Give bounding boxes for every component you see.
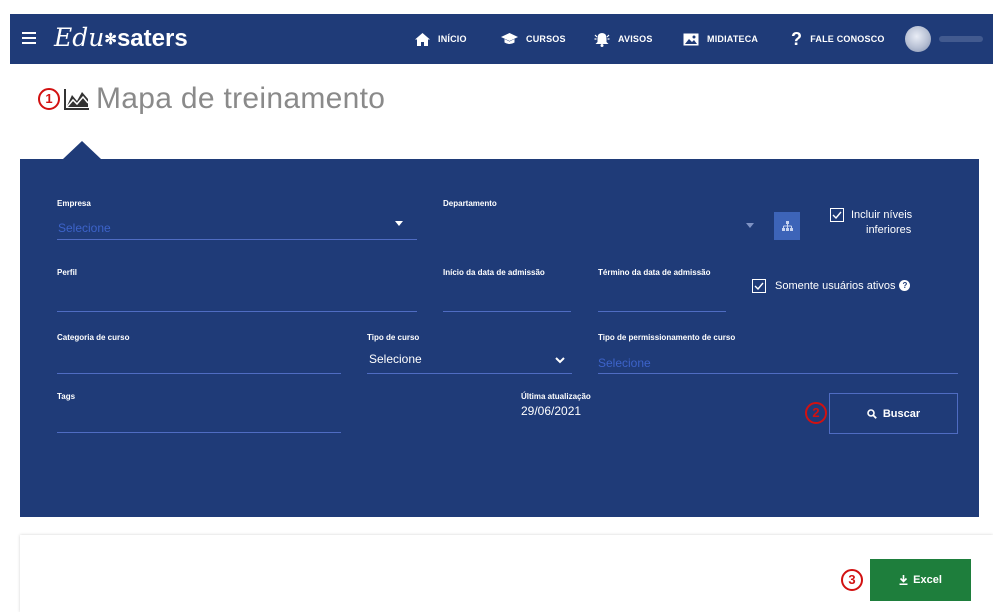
user-menu[interactable] (905, 26, 993, 52)
termino-admissao-label: Término da data de admissão (598, 268, 711, 277)
help-icon[interactable]: ? (899, 280, 911, 291)
inicio-admissao-input[interactable] (443, 311, 571, 312)
tipo-curso-underline (367, 373, 572, 374)
check-icon (754, 282, 764, 290)
empresa-caret-icon[interactable] (395, 221, 403, 226)
nav-label: FALE CONOSCO (810, 34, 885, 44)
empresa-label: Empresa (57, 199, 91, 208)
check-icon (832, 211, 842, 219)
nav-item-cursos[interactable]: CURSOS (501, 14, 566, 64)
tags-input[interactable] (57, 432, 341, 433)
categoria-input[interactable] (57, 373, 341, 374)
somente-ativos-label: Somente usuários ativos (775, 280, 896, 292)
categoria-label: Categoria de curso (57, 333, 130, 342)
departamento-caret-icon[interactable] (746, 223, 754, 228)
nav-label: CURSOS (526, 34, 566, 44)
nav-item-avisos[interactable]: AVISOS (594, 14, 653, 64)
top-navbar: Edu✻saters INÍCIO CURSOS AVISOS MIDIATEC… (10, 14, 993, 64)
logo-text: saters (116, 25, 188, 52)
nav-label: MIDIATECA (707, 34, 759, 44)
app-logo[interactable]: Edu✻saters (54, 23, 188, 53)
search-icon (867, 408, 877, 419)
empresa-select[interactable]: Selecione (58, 221, 111, 235)
page-title: Mapa de treinamento (96, 82, 386, 115)
home-icon (415, 32, 430, 46)
tipo-permissionamento-select[interactable]: Selecione (598, 356, 651, 370)
inicio-admissao-label: Início da data de admissão (443, 268, 545, 277)
termino-admissao-input[interactable] (598, 311, 726, 312)
nav-item-fale-conosco[interactable]: ? FALE CONOSCO (791, 14, 885, 64)
nav-item-inicio[interactable]: INÍCIO (415, 14, 467, 64)
hierarchy-button[interactable] (774, 212, 800, 240)
nav-item-midiateca[interactable]: MIDIATECA (683, 14, 758, 64)
somente-ativos-checkbox[interactable] (752, 279, 766, 293)
search-button[interactable]: Buscar (829, 393, 958, 434)
empresa-underline (57, 239, 417, 240)
panel-pointer (63, 141, 101, 159)
tags-label: Tags (57, 392, 76, 401)
departamento-label: Departamento (443, 199, 497, 208)
tipo-permissionamento-underline (598, 373, 958, 374)
step-marker-2: 2 (805, 402, 827, 424)
incluir-niveis-label-2: inferiores (866, 224, 912, 236)
ultima-atualizacao-value: 29/06/2021 (521, 404, 582, 418)
sitemap-icon (781, 221, 793, 231)
tipo-curso-select[interactable]: Selecione (369, 352, 422, 366)
tipo-curso-label: Tipo de curso (367, 333, 420, 342)
ultima-atualizacao-label: Última atualização (521, 392, 591, 401)
logo-mark-icon: ✻ (104, 31, 117, 48)
tipo-permissionamento-label: Tipo de permissionamento de curso (598, 333, 736, 342)
nav-label: AVISOS (618, 34, 653, 44)
somente-ativos-row: Somente usuários ativos? (775, 279, 911, 293)
perfil-input[interactable] (57, 311, 417, 312)
image-icon (683, 33, 699, 45)
incluir-niveis-checkbox[interactable] (830, 208, 844, 222)
perfil-label: Perfil (57, 268, 78, 277)
area-chart-icon (64, 89, 89, 110)
incluir-niveis-label-1: Incluir níveis (851, 209, 913, 221)
blurred-username (939, 36, 983, 42)
graduation-cap-icon (501, 33, 518, 44)
menu-icon[interactable] (22, 32, 36, 44)
nav-label: INÍCIO (438, 34, 467, 44)
step-marker-1: 1 (38, 88, 60, 110)
bell-icon (594, 32, 610, 47)
excel-button-label: Excel (913, 574, 942, 586)
avatar (905, 26, 931, 52)
step-marker-3: 3 (841, 569, 863, 591)
logo-text-cursive: Edu (54, 23, 105, 52)
chevron-down-icon[interactable] (555, 355, 565, 365)
search-button-label: Buscar (882, 407, 921, 420)
page-header: 1 Mapa de treinamento (38, 82, 385, 116)
question-icon: ? (791, 29, 803, 49)
download-icon (899, 575, 908, 585)
excel-export-button[interactable]: Excel (870, 559, 971, 601)
